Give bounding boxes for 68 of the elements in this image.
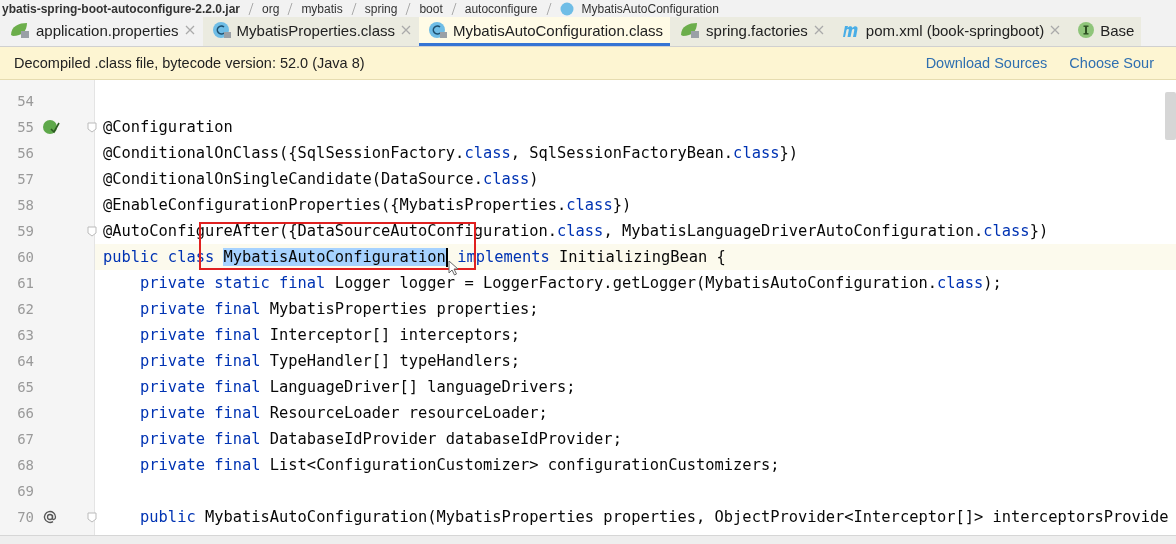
close-icon[interactable]	[183, 24, 196, 36]
leaf-icon	[9, 21, 31, 39]
breadcrumb-item[interactable]: mybatis	[301, 1, 343, 16]
banner-link[interactable]: Download Sources	[925, 55, 1048, 71]
line-number: 55	[16, 119, 34, 135]
separator-icon	[287, 1, 294, 16]
line-number: 65	[16, 379, 34, 395]
line-number: 54	[16, 93, 34, 109]
line-number: 66	[16, 405, 34, 421]
editor-tab[interactable]: pom.xml (book-springboot)	[831, 17, 1069, 46]
line-number: 56	[16, 145, 34, 161]
line-number: 70	[16, 509, 34, 525]
line-number: 57	[16, 171, 34, 187]
separator-icon	[545, 1, 552, 16]
line-number: 68	[16, 457, 34, 473]
code-line: private static final Logger logger = LoggerFactory.getLogger(MybatisAutoConfiguration.class);	[139, 274, 1002, 292]
breadcrumb-item[interactable]: autoconfigure	[464, 1, 538, 16]
close-icon[interactable]	[1049, 24, 1062, 36]
scrollbar-thumb[interactable]	[1165, 92, 1176, 140]
editor-tab[interactable]: MybatisProperties.class	[202, 17, 419, 46]
banner-message: Decompiled .class file, bytecode version: 52.0 (Java 8)	[14, 55, 366, 71]
line-number: 67	[16, 431, 34, 447]
code-line: private final TypeHandler[] typeHandlers;	[139, 352, 520, 370]
class-icon	[428, 21, 448, 39]
class-icon	[211, 21, 232, 39]
code-line: private final LanguageDriver[] languageDrivers;	[139, 378, 576, 396]
banner-link[interactable]: Choose Sour	[1069, 55, 1154, 71]
code-line: private final Interceptor[] interceptors;	[139, 326, 520, 344]
close-icon[interactable]	[812, 24, 825, 36]
breadcrumb-item[interactable]: MybatisAutoConfiguration	[581, 1, 719, 16]
breadcrumb-item[interactable]: spring	[364, 1, 398, 16]
separator-icon	[350, 1, 357, 16]
line-number: 62	[16, 301, 34, 317]
editor-tab[interactable]: MybatisAutoConfiguration.class	[419, 17, 671, 46]
code-line: @Configuration	[103, 118, 233, 136]
editor-tab[interactable]: spring.factories	[670, 17, 832, 46]
bean-icon[interactable]	[42, 119, 60, 135]
at-icon[interactable]	[42, 509, 58, 525]
code-line: public MybatisAutoConfiguration(MybatisProperties properties, ObjectProvider<Interceptor[]> interceptorsProvide	[139, 508, 1169, 526]
separator-icon	[248, 1, 255, 16]
line-number: 61	[16, 275, 34, 291]
line-number: 58	[16, 197, 34, 213]
line-number: 64	[16, 353, 34, 369]
editor-tab[interactable]: Base	[1068, 17, 1142, 46]
line-number: 59	[16, 223, 34, 239]
breadcrumb-item[interactable]: boot	[419, 1, 443, 16]
code-line: @ConditionalOnSingleCandidate(DataSource.class)	[103, 170, 539, 188]
line-number: 69	[16, 483, 34, 499]
breadcrumb-item[interactable]: ybatis-spring-boot-autoconfigure-2.2.0.jar	[2, 1, 241, 16]
line-number: 63	[16, 327, 34, 343]
code-line: @EnableConfigurationProperties({MybatisProperties.class})	[103, 196, 632, 214]
close-icon[interactable]	[400, 24, 412, 36]
code-line: @ConditionalOnClass({SqlSessionFactory.class, SqlSessionFactoryBean.class})	[103, 144, 798, 162]
interface-icon	[1077, 21, 1096, 39]
code-line: private final MybatisProperties properties;	[139, 300, 539, 318]
code-line: private final DatabaseIdProvider databaseIdProvider;	[139, 430, 622, 448]
class-icon	[559, 1, 574, 16]
separator-icon	[405, 1, 412, 16]
line-number: 60	[16, 249, 34, 265]
mouse-cursor-icon	[447, 259, 460, 276]
code-line: private final List<ConfigurationCustomizer> configurationCustomizers;	[139, 456, 780, 474]
fold-icon[interactable]	[87, 512, 97, 523]
breadcrumb-item[interactable]: org	[262, 1, 280, 16]
separator-icon	[450, 1, 457, 16]
fold-icon[interactable]	[87, 226, 97, 237]
fold-icon[interactable]	[87, 122, 97, 133]
leaf-icon	[679, 21, 702, 39]
code-line: private final ResourceLoader resourceLoader;	[139, 404, 548, 422]
